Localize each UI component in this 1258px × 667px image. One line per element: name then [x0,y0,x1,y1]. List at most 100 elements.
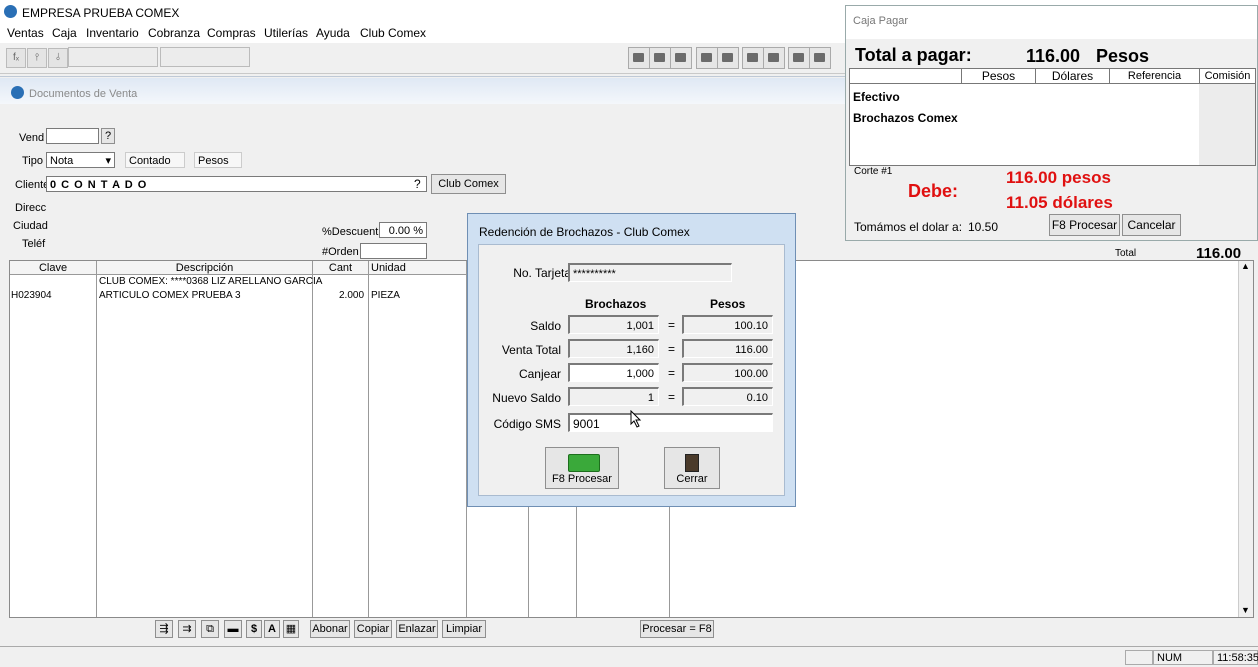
menu-utilerias[interactable]: Utilerías [264,26,308,40]
col-header-unidad[interactable]: Unidad [369,261,467,275]
vend-help-button[interactable]: ? [101,128,115,144]
menu-club-comex[interactable]: Club Comex [360,26,426,40]
venta-total-pesos: 116.00 [682,339,773,358]
enlazar-button[interactable]: Enlazar [396,620,438,638]
descuento-input[interactable]: 0.00 % [379,222,427,238]
cliente-label: Cliente [15,179,50,191]
outdent-icon[interactable]: ⇉ [178,620,196,638]
nuevo-saldo-pesos: 0.10 [682,387,773,406]
copy-icon[interactable]: ⧉ [201,620,219,638]
caja-cancelar-button[interactable]: Cancelar [1122,214,1181,236]
col-header-metodo [850,69,962,84]
payment-efectivo: Efectivo [853,90,900,104]
col-header-comision: Comisión [1200,69,1255,84]
payment-brochazos: Brochazos Comex [853,111,958,125]
a-button[interactable]: A [264,620,280,638]
dolar-value: 10.50 [968,220,999,234]
menu-inventario[interactable]: Inventario [86,26,139,40]
venta-total-brochazos: 1,160 [568,339,659,358]
calculator-icon[interactable]: ▦ [283,620,299,638]
col-header-cant[interactable]: Cant [313,261,369,275]
saldo-brochazos: 1,001 [568,315,659,334]
print-icon[interactable] [628,47,650,69]
zoom-icon[interactable] [763,47,785,69]
stop-icon[interactable] [788,47,810,69]
pago-field[interactable]: Contado [125,152,185,168]
orden-input[interactable] [360,243,427,259]
scroll-up-icon[interactable]: ▲ [1241,261,1250,271]
money-icon [568,454,600,472]
user-icon[interactable] [696,47,718,69]
dialog-procesar-button[interactable]: F8 Procesar [545,447,619,489]
payment-grid: Pesos Dólares Referencia Comisión Efecti… [849,68,1256,166]
col-header-pesos: Pesos [962,69,1036,84]
scroll-down-icon[interactable]: ▼ [1241,605,1250,615]
toolbar-field-1[interactable] [68,47,158,67]
search-icon[interactable] [649,47,671,69]
canjear-pesos: 100.00 [682,363,773,382]
equals-sign: = [668,366,676,380]
split-icon[interactable]: ⫰ [48,48,68,68]
mouse-cursor-icon [630,410,642,428]
menu-cobranza[interactable]: Cobranza [148,26,200,40]
telef-label: Teléf [22,238,46,250]
dialog-body: No. Tarjeta ********** Brochazos Pesos S… [478,244,785,496]
document-icon [11,86,24,99]
col-header-referencia: Referencia [1110,69,1200,84]
tipo-select[interactable]: Nota ▾ [46,152,115,168]
cell-descripcion: CLUB COMEX: ****0368 LIZ ARELLANO GARCIA [99,276,323,287]
comision-column [1199,84,1255,165]
cliente-input[interactable]: 0 C O N T A D O [46,176,427,192]
procesar-f8-button[interactable]: Procesar = F8 [640,620,714,638]
filter-icon[interactable]: ⫯ [27,48,47,68]
abonar-button[interactable]: Abonar [310,620,350,638]
debe-label: Debe: [908,181,959,201]
tipo-label: Tipo [22,155,43,167]
cell-cant: 2.000 [339,290,365,301]
caja-procesar-button[interactable]: F8 Procesar [1049,214,1120,236]
equals-sign: = [668,318,676,332]
total-pagar-value: 116.00 [1026,46,1081,66]
canjear-input[interactable]: 1,000 [568,363,659,382]
menu-caja[interactable]: Caja [52,26,77,40]
corte-label: Corte #1 [854,166,893,177]
toolbar-field-2[interactable] [160,47,250,67]
dialog-cerrar-button[interactable]: Cerrar [664,447,720,489]
door-icon [685,454,699,472]
vend-input[interactable] [46,128,99,144]
status-time: 11:58:35 [1213,650,1258,665]
direcc-label: Direcc [15,202,47,214]
function-icon[interactable]: fₓ [6,48,26,68]
chevron-down-icon: ▾ [105,155,111,167]
tipo-value: Nota [50,155,74,167]
menu-ayuda[interactable]: Ayuda [316,26,350,40]
redencion-dialog: Redención de Brochazos - Club Comex No. … [467,213,796,507]
home-icon[interactable] [670,47,692,69]
user-search-icon[interactable] [717,47,739,69]
dollar-button[interactable]: $ [246,620,262,638]
grid-scrollbar[interactable]: ▲ ▼ [1238,261,1253,617]
col-header-clave[interactable]: Clave [10,261,97,275]
nuevo-saldo-label: Nuevo Saldo [492,391,561,405]
moneda-field[interactable]: Pesos [194,152,242,168]
venta-total-label: Venta Total [501,343,561,357]
limpiar-button[interactable]: Limpiar [442,620,486,638]
indent-icon[interactable]: ⇶ [155,620,173,638]
exit-icon[interactable] [809,47,831,69]
cliente-help-button[interactable]: ? [414,177,421,191]
app-title: EMPRESA PRUEBA COMEX [22,6,180,20]
chart-icon[interactable] [742,47,764,69]
menu-compras[interactable]: Compras [207,26,256,40]
menu-ventas[interactable]: Ventas [7,26,44,40]
caja-pagar-window: Caja Pagar Total a pagar: 116.00 Pesos P… [845,5,1258,241]
col-header-descripcion[interactable]: Descripción [97,261,313,275]
status-bar: NUM 11:58:35 [0,646,1258,667]
document-title: Documentos de Venta [29,88,138,100]
col-pesos: Pesos [710,297,746,311]
copiar-button[interactable]: Copiar [354,620,392,638]
sms-input[interactable]: 9001 [568,413,773,432]
col-divider [368,275,369,617]
note-icon[interactable]: ▬ [224,620,242,638]
club-comex-button[interactable]: Club Comex [431,174,506,194]
status-empty [1125,650,1153,665]
